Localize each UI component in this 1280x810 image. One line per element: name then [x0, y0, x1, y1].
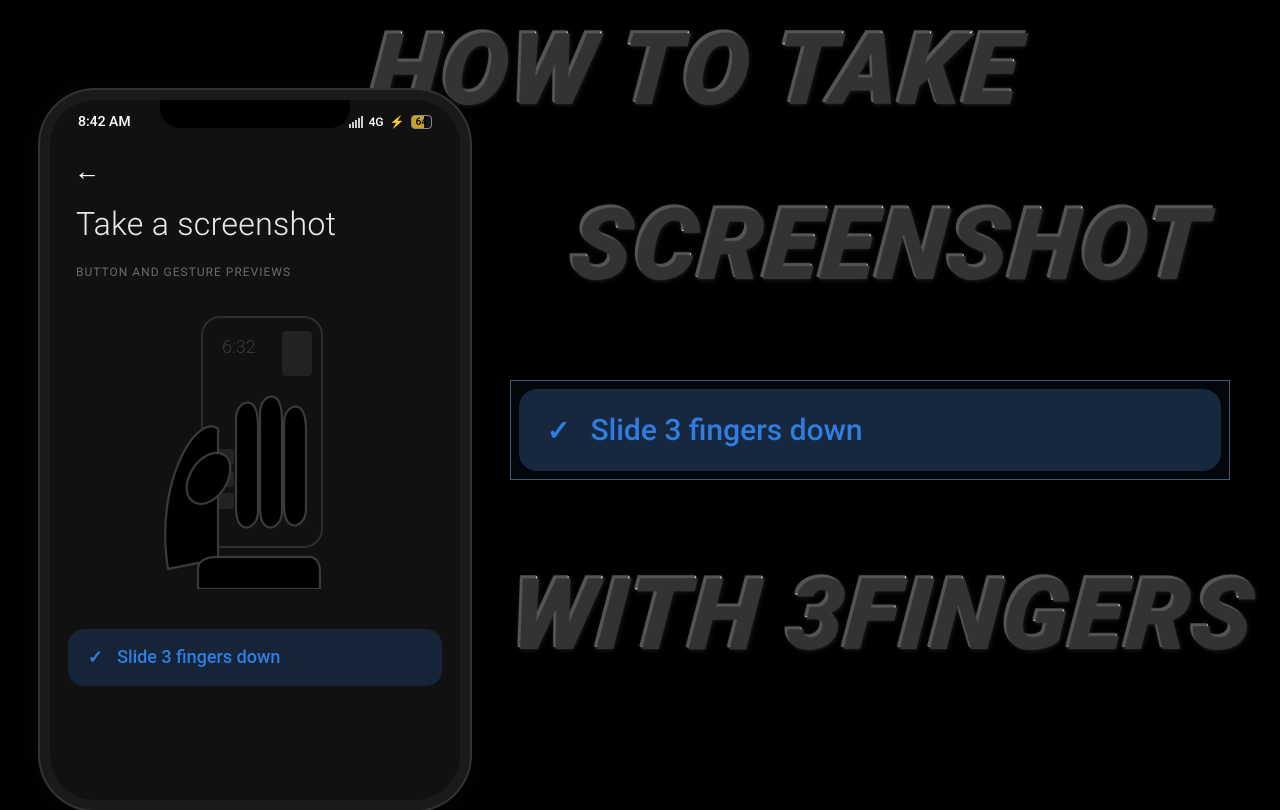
back-arrow-icon[interactable]: ← [74, 156, 100, 187]
page-title: Take a screenshot [50, 195, 460, 261]
section-label: BUTTON AND GESTURE PREVIEWS [50, 261, 460, 299]
thumbnail-title-line1: HOW TO TAKE [365, 10, 1025, 127]
phone-notch [160, 100, 350, 128]
preview-clock: 6:32 [222, 337, 256, 358]
status-right: 4G ⚡ 64 [349, 115, 432, 129]
battery-icon: 64 [411, 115, 432, 129]
gesture-preview-illustration: 6:32 [120, 299, 390, 589]
signal-icon [349, 116, 363, 128]
highlight-callout: ✓ Slide 3 fingers down [510, 380, 1230, 480]
gesture-option-slide-3-fingers[interactable]: ✓ Slide 3 fingers down [519, 389, 1221, 471]
network-label: 4G [369, 115, 384, 129]
highlight-label: Slide 3 fingers down [590, 413, 862, 448]
thumbnail-title-line2: SCREENSHOT [565, 185, 1213, 302]
lightning-icon: ⚡ [390, 115, 405, 129]
option-label: Slide 3 fingers down [117, 647, 280, 668]
status-time: 8:42 AM [78, 114, 131, 130]
check-icon: ✓ [88, 647, 103, 668]
gesture-option-slide-3-fingers[interactable]: ✓ Slide 3 fingers down [68, 629, 442, 686]
thumbnail-title-line3: WITH 3FINGERS [505, 555, 1259, 672]
phone-mockup: 8:42 AM 4G ⚡ 64 ← Take a screenshot BUTT… [40, 90, 470, 810]
check-icon: ✓ [547, 414, 570, 447]
